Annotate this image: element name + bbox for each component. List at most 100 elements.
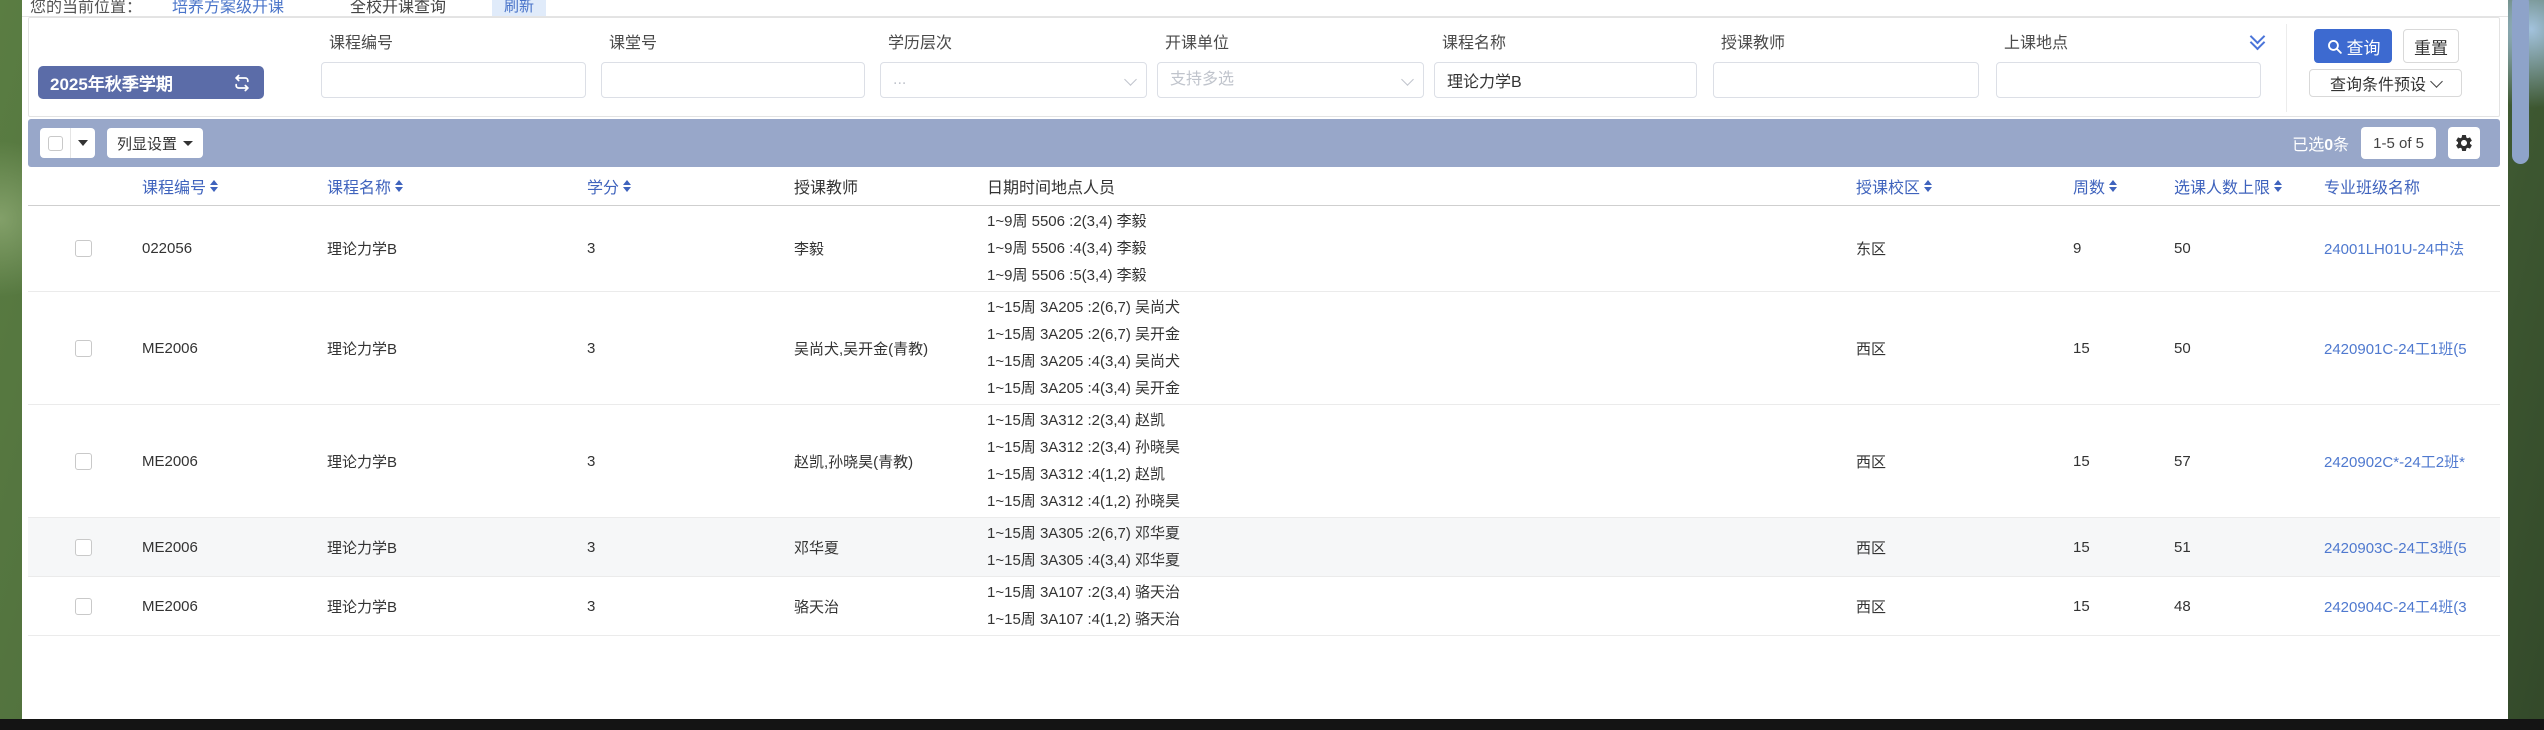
sort-icon[interactable] xyxy=(2274,180,2282,192)
sort-icon[interactable] xyxy=(2109,180,2117,192)
course-name-input[interactable] xyxy=(1434,62,1697,98)
table-row: ME2006理论力学B3邓华夏1~15周 3A305 :2(6,7) 邓华夏1~… xyxy=(28,518,2500,577)
cell-campus: 西区 xyxy=(1849,405,2066,517)
filter-field-teacher: 授课教师 xyxy=(1713,32,1979,98)
cell-teacher: 吴尚犬,吴开金(青教) xyxy=(787,292,980,404)
row-checkbox[interactable] xyxy=(75,240,92,257)
schedule-line: 1~15周 3A205 :2(6,7) 吴尚犬 xyxy=(987,294,1180,321)
breadcrumb-link[interactable]: 培养方案级开课 xyxy=(172,0,284,17)
cell-schedule: 1~15周 3A312 :2(3,4) 赵凯1~15周 3A312 :2(3,4… xyxy=(980,405,1849,517)
schedule-line: 1~15周 3A205 :4(3,4) 吴尚犬 xyxy=(987,348,1180,375)
cell-class-name: 2420901C-24工1班(5 xyxy=(2317,292,2500,404)
cell-weeks: 15 xyxy=(2066,405,2167,517)
cell-course-no: ME2006 xyxy=(135,518,320,576)
preset-conditions-button[interactable]: 查询条件预设 xyxy=(2309,69,2462,97)
cell-campus: 西区 xyxy=(1849,518,2066,576)
field-label: 学历层次 xyxy=(888,32,1147,56)
preset-label: 查询条件预设 xyxy=(2330,71,2426,95)
filter-field-course-no: 课程编号 xyxy=(321,32,586,98)
class-no-input[interactable] xyxy=(601,62,865,98)
table-row: ME2006理论力学B3骆天治1~15周 3A107 :2(3,4) 骆天治1~… xyxy=(28,577,2500,636)
degree-level-select[interactable] xyxy=(880,62,1147,98)
selected-count-text: 已选0条 xyxy=(2292,131,2349,155)
class-name-link[interactable]: 2420904C-24工4班(3 xyxy=(2324,596,2467,617)
class-name-link[interactable]: 2420902C*-24工2班* xyxy=(2324,451,2465,472)
table-row: ME2006理论力学B3吴尚犬,吴开金(青教)1~15周 3A205 :2(6,… xyxy=(28,292,2500,405)
select-menu-caret-icon[interactable] xyxy=(71,140,95,146)
schedule-line: 1~9周 5506 :2(3,4) 李毅 xyxy=(987,208,1147,235)
schedule-line: 1~15周 3A305 :2(6,7) 邓华夏 xyxy=(987,520,1180,547)
class-name-link[interactable]: 2420903C-24工3班(5 xyxy=(2324,537,2467,558)
cell-class-name: 2420902C*-24工2班* xyxy=(2317,405,2500,517)
row-checkbox[interactable] xyxy=(75,340,92,357)
sort-icon[interactable] xyxy=(623,180,631,192)
cell-course-no: 022056 xyxy=(135,206,320,291)
class-name-link[interactable]: 2420901C-24工1班(5 xyxy=(2324,338,2467,359)
table-row: ME2006理论力学B3赵凯,孙晓昊(青教)1~15周 3A312 :2(3,4… xyxy=(28,405,2500,518)
cell-teacher: 李毅 xyxy=(787,206,980,291)
expand-filters-icon[interactable] xyxy=(2249,31,2265,51)
cell-class-name: 2420904C-24工4班(3 xyxy=(2317,577,2500,635)
reset-button[interactable]: 重置 xyxy=(2403,29,2459,63)
column-header[interactable]: 课程编号 xyxy=(135,174,320,198)
row-checkbox[interactable] xyxy=(75,453,92,470)
cell-limit: 50 xyxy=(2167,292,2317,404)
pagination-button[interactable]: 1-5 of 5 xyxy=(2361,127,2436,159)
offering-unit-select[interactable] xyxy=(1157,62,1424,98)
column-header-label: 日期时间地点人员 xyxy=(987,174,1115,198)
taskbar xyxy=(0,719,2544,730)
column-header-label: 选课人数上限 xyxy=(2174,174,2270,198)
cell-credits: 3 xyxy=(580,577,787,635)
column-header-label: 授课校区 xyxy=(1856,174,1920,198)
refresh-button[interactable]: 刷新 xyxy=(492,0,546,17)
class-name-link[interactable]: 24001LH01U-24中法 xyxy=(2324,238,2464,259)
teacher-input[interactable] xyxy=(1713,62,1979,98)
column-header[interactable]: 课程名称 xyxy=(320,174,580,198)
field-label: 课堂号 xyxy=(609,32,865,56)
column-header[interactable]: 周数 xyxy=(2066,174,2167,198)
cell-teacher: 邓华夏 xyxy=(787,518,980,576)
cell-course-name: 理论力学B xyxy=(320,518,580,576)
field-label: 开课单位 xyxy=(1165,32,1424,56)
filter-field-course-name: 课程名称 xyxy=(1434,32,1697,98)
field-label: 上课地点 xyxy=(2004,32,2261,56)
filter-panel: 2025年秋季学期 课程编号 课堂号 学历层次 开课单位 xyxy=(28,17,2500,117)
table-toolbar: 列显设置 已选0条 1-5 of 5 xyxy=(28,119,2500,167)
select-all-checkbox[interactable] xyxy=(48,136,63,151)
column-header-label: 专业班级名称 xyxy=(2324,174,2420,198)
cell-class-name: 2420903C-24工3班(5 xyxy=(2317,518,2500,576)
schedule-line: 1~15周 3A205 :2(6,7) 吴开金 xyxy=(987,321,1180,348)
chevron-down-icon xyxy=(2430,75,2443,88)
search-button[interactable]: 查询 xyxy=(2314,29,2392,63)
row-checkbox-cell xyxy=(28,292,135,404)
select-all-split-button[interactable] xyxy=(40,128,95,158)
gear-icon xyxy=(2454,133,2474,153)
semester-label: 2025年秋季学期 xyxy=(50,70,173,95)
cell-teacher: 骆天治 xyxy=(787,577,980,635)
row-checkbox-cell xyxy=(28,577,135,635)
table-settings-button[interactable] xyxy=(2448,127,2480,159)
sort-icon[interactable] xyxy=(210,180,218,192)
column-header[interactable]: 选课人数上限 xyxy=(2167,174,2317,198)
column-header[interactable]: 授课校区 xyxy=(1849,174,2066,198)
column-settings-button[interactable]: 列显设置 xyxy=(107,128,203,158)
semester-switch-button[interactable]: 2025年秋季学期 xyxy=(38,66,264,99)
location-input[interactable] xyxy=(1996,62,2261,98)
sort-icon[interactable] xyxy=(1924,180,1932,192)
field-label: 授课教师 xyxy=(1721,32,1979,56)
cell-campus: 西区 xyxy=(1849,292,2066,404)
sort-icon[interactable] xyxy=(395,180,403,192)
course-no-input[interactable] xyxy=(321,62,586,98)
scrollbar-thumb[interactable] xyxy=(2512,0,2529,164)
column-settings-label: 列显设置 xyxy=(117,133,177,154)
column-header-label: 课程编号 xyxy=(142,174,206,198)
cell-course-name: 理论力学B xyxy=(320,577,580,635)
filter-field-class-no: 课堂号 xyxy=(601,32,865,98)
column-header[interactable]: 学分 xyxy=(580,174,787,198)
schedule-line: 1~9周 5506 :4(3,4) 李毅 xyxy=(987,235,1147,262)
row-checkbox[interactable] xyxy=(75,598,92,615)
cell-campus: 西区 xyxy=(1849,577,2066,635)
schedule-line: 1~9周 5506 :5(3,4) 李毅 xyxy=(987,262,1147,289)
row-checkbox[interactable] xyxy=(75,539,92,556)
filter-field-location: 上课地点 xyxy=(1996,32,2261,98)
